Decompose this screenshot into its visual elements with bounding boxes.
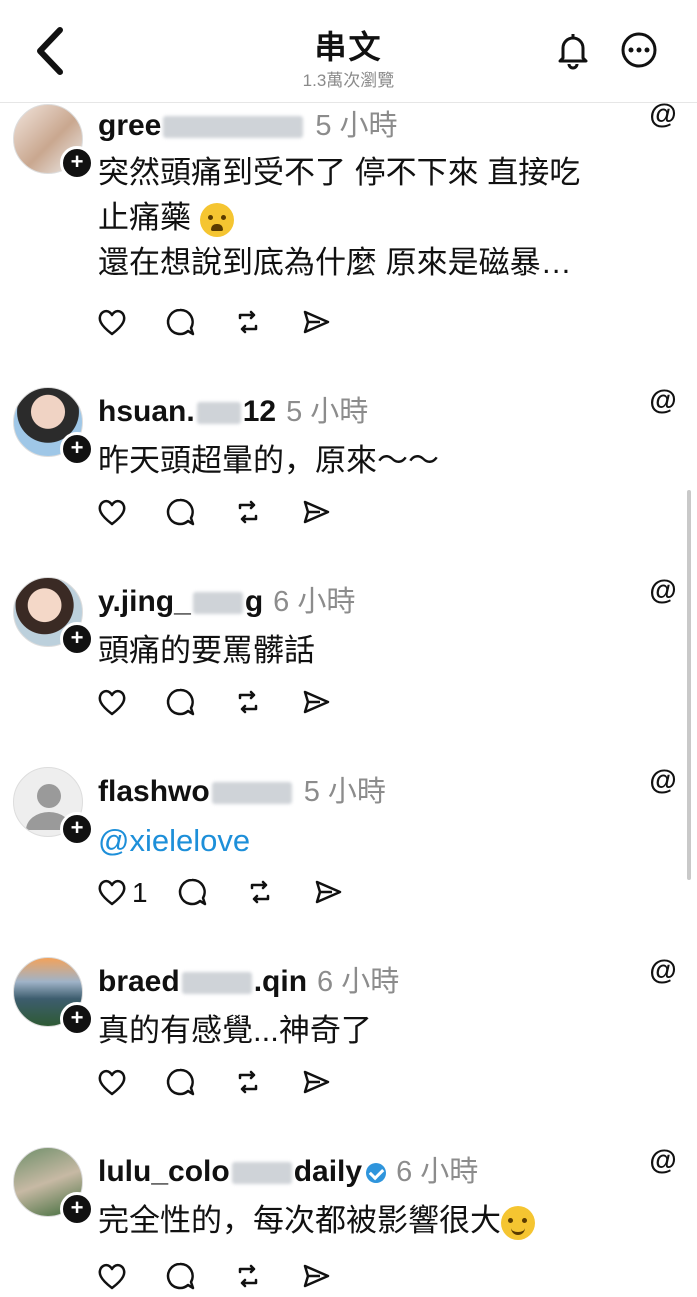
redacted-text <box>231 1162 292 1185</box>
reply-post: + braed .qin 6 小時 @ 真的有感覺...神奇了 <box>0 930 697 1121</box>
timestamp: 5 小時 <box>315 110 398 142</box>
redacted-text <box>192 592 243 615</box>
repost-icon[interactable] <box>232 496 266 530</box>
like-count: 1 <box>132 877 148 908</box>
follow-plus-icon[interactable]: + <box>60 432 94 466</box>
scrollbar[interactable] <box>687 490 691 880</box>
username[interactable]: lulu_colo daily 6 小時 <box>98 1148 478 1190</box>
share-icon[interactable] <box>300 1260 334 1294</box>
reply-post: + flashwo 5 小時 @ @xielelove 1 <box>0 740 697 931</box>
action-bar: 1 <box>96 876 380 910</box>
post-text: 頭痛的要罵髒話 <box>98 633 315 668</box>
action-bar <box>96 686 368 720</box>
heart-icon[interactable] <box>96 496 130 530</box>
reply-post: + lulu_colo daily 6 小時 @ 完全性的，每次都被影響很大 <box>0 1120 697 1290</box>
username[interactable]: hsuan. 12 5 小時 <box>98 388 368 430</box>
username[interactable]: flashwo 5 小時 <box>98 768 386 810</box>
heart-icon[interactable] <box>96 306 130 340</box>
share-icon[interactable] <box>300 496 334 530</box>
follow-plus-icon[interactable]: + <box>60 1192 94 1226</box>
more-icon[interactable] <box>619 30 659 70</box>
threads-logo-icon: @ <box>649 1144 677 1175</box>
threads-logo-icon: @ <box>649 98 677 129</box>
weary-face-emoji <box>199 202 234 237</box>
redacted-text <box>163 116 304 139</box>
timestamp: 5 小時 <box>303 776 386 808</box>
threads-logo-icon: @ <box>649 574 677 605</box>
redacted-text <box>211 782 292 805</box>
reply-post: + y.jing_ g 6 小時 @ 頭痛的要罵髒話 <box>0 550 697 741</box>
username[interactable]: y.jing_ g 6 小時 <box>98 578 355 620</box>
username[interactable]: gree 5 小時 <box>98 102 398 144</box>
verified-badge-icon <box>366 1163 387 1184</box>
repost-icon[interactable] <box>244 876 278 910</box>
post-text: 昨天頭超暈的，原來～～ <box>98 443 439 478</box>
redacted-text <box>196 402 241 425</box>
bell-icon[interactable] <box>553 30 593 70</box>
follow-plus-icon[interactable]: + <box>60 146 94 180</box>
post-text: 完全性的，每次都被影響很大 <box>98 1198 658 1243</box>
action-bar <box>96 1066 368 1100</box>
post-text: @xielelove <box>98 818 658 863</box>
repost-icon[interactable] <box>232 1066 266 1100</box>
post-text: 真的有感覺...神奇了 <box>98 1013 372 1048</box>
comment-icon[interactable] <box>164 686 198 720</box>
action-bar <box>96 496 368 530</box>
share-icon[interactable] <box>300 306 334 340</box>
threads-logo-icon: @ <box>649 954 677 985</box>
comment-icon[interactable] <box>164 1260 198 1294</box>
follow-plus-icon[interactable]: + <box>60 622 94 656</box>
redacted-text <box>181 972 252 995</box>
heart-icon[interactable] <box>96 686 130 720</box>
melting-face-emoji <box>501 1205 535 1240</box>
repost-icon[interactable] <box>232 1260 266 1294</box>
action-bar <box>96 306 368 340</box>
username[interactable]: braed .qin 6 小時 <box>98 958 399 1000</box>
repost-icon[interactable] <box>232 306 266 340</box>
comment-icon[interactable] <box>164 306 198 340</box>
comment-icon[interactable] <box>164 1066 198 1100</box>
share-icon[interactable] <box>300 1066 334 1100</box>
reply-post: + hsuan. 12 5 小時 @ 昨天頭超暈的，原來～～ <box>0 360 697 551</box>
reply-post: + gree 5 小時 @ 突然頭痛到受不了 停不下來 直接吃 止痛藥 還在想說到… <box>0 70 697 361</box>
threads-logo-icon: @ <box>649 384 677 415</box>
follow-plus-icon[interactable]: + <box>60 1002 94 1036</box>
action-bar <box>96 1260 368 1294</box>
repost-icon[interactable] <box>232 686 266 720</box>
follow-plus-icon[interactable]: + <box>60 812 94 846</box>
comment-icon[interactable] <box>176 876 210 910</box>
comment-icon[interactable] <box>164 496 198 530</box>
mention-link[interactable]: @xielelove <box>98 818 658 863</box>
share-icon[interactable] <box>312 876 346 910</box>
timestamp: 6 小時 <box>273 586 356 618</box>
threads-logo-icon: @ <box>649 764 677 795</box>
heart-icon[interactable] <box>96 1066 130 1100</box>
share-icon[interactable] <box>300 686 334 720</box>
top-bar: 串文 1.3萬次瀏覽 <box>0 0 697 103</box>
heart-icon[interactable] <box>96 1260 130 1294</box>
timestamp: 5 小時 <box>286 396 369 428</box>
timestamp: 6 小時 <box>317 966 400 998</box>
heart-icon[interactable] <box>96 876 130 910</box>
timestamp: 6 小時 <box>396 1156 479 1188</box>
post-text: 突然頭痛到受不了 停不下來 直接吃 止痛藥 還在想說到底為什麼 原來是磁暴… <box>98 155 581 280</box>
